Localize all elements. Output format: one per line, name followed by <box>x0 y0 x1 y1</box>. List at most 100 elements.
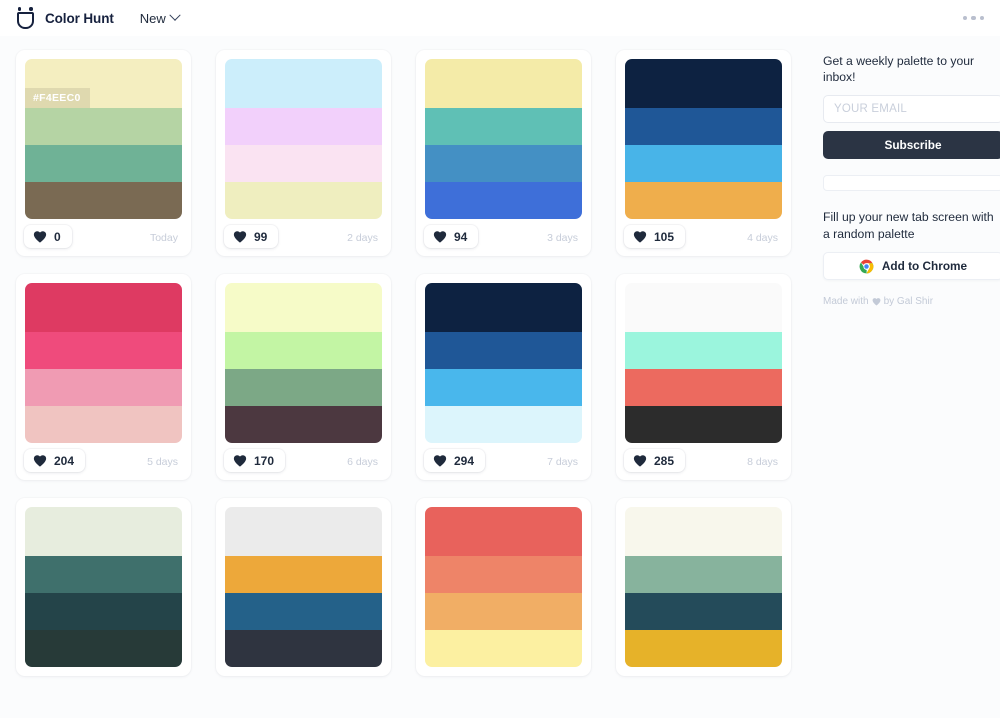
palette-card[interactable]: 170 6 days <box>216 274 391 480</box>
palette-swatch[interactable] <box>625 331 782 369</box>
like-button[interactable]: 99 <box>224 225 279 248</box>
palette-swatch[interactable] <box>25 107 182 145</box>
palette-swatch[interactable] <box>25 331 182 369</box>
brand-logo[interactable]: Color Hunt <box>14 6 114 30</box>
palette-swatch[interactable] <box>625 59 782 108</box>
palette-swatch[interactable] <box>425 181 582 219</box>
palette-swatch[interactable] <box>225 59 382 108</box>
palette-swatch[interactable] <box>225 592 382 630</box>
palette-swatch[interactable] <box>225 405 382 443</box>
swatch-hex-label: #F4EEC0 <box>25 87 90 108</box>
heart-icon <box>433 455 447 467</box>
credit-suffix: by Gal Shir <box>883 296 934 308</box>
credit-prefix: Made with <box>823 296 869 308</box>
palette-swatch[interactable] <box>625 405 782 443</box>
palette-swatches <box>625 507 782 667</box>
palette-swatch[interactable] <box>625 507 782 556</box>
palette-swatch[interactable] <box>25 592 182 630</box>
palette-card[interactable]: #F4EEC0 0 Today <box>16 50 191 256</box>
palette-swatch[interactable] <box>25 629 182 667</box>
like-button[interactable]: 105 <box>624 225 686 248</box>
palette-card[interactable]: 285 8 days <box>616 274 791 480</box>
palette-card[interactable] <box>416 498 591 676</box>
palette-card-footer: 94 3 days <box>424 219 582 256</box>
palette-swatch[interactable] <box>25 144 182 182</box>
palette-swatch[interactable] <box>625 283 782 332</box>
palette-swatches <box>225 507 382 667</box>
subscribe-button[interactable]: Subscribe <box>823 130 1000 159</box>
palette-swatches <box>25 283 182 443</box>
palette-swatch[interactable] <box>25 507 182 556</box>
palette-swatch[interactable] <box>625 629 782 667</box>
like-button[interactable]: 204 <box>24 449 86 472</box>
palette-age: 8 days <box>747 455 778 468</box>
palette-card[interactable]: 105 4 days <box>616 50 791 256</box>
heart-icon <box>633 231 647 243</box>
chrome-icon <box>859 259 874 273</box>
palette-card[interactable]: 294 7 days <box>416 274 591 480</box>
palette-swatch[interactable]: #F4EEC0 <box>25 59 182 108</box>
palette-age: 7 days <box>547 455 578 468</box>
palette-swatch[interactable] <box>425 555 582 593</box>
palette-swatches <box>425 507 582 667</box>
palette-swatch[interactable] <box>425 59 582 108</box>
palette-swatch[interactable] <box>225 555 382 593</box>
palette-card[interactable] <box>16 498 191 676</box>
palette-swatch[interactable] <box>25 555 182 593</box>
palette-card[interactable] <box>216 498 391 676</box>
palette-swatch[interactable] <box>25 368 182 406</box>
palette-swatch[interactable] <box>625 107 782 145</box>
like-button[interactable]: 170 <box>224 449 286 472</box>
palette-swatch[interactable] <box>625 368 782 406</box>
heart-icon <box>33 231 47 243</box>
kebab-menu-icon[interactable] <box>961 10 987 27</box>
palette-swatch[interactable] <box>625 592 782 630</box>
color-hunt-logo-icon <box>14 6 36 30</box>
palette-swatch[interactable] <box>425 368 582 406</box>
like-button[interactable]: 0 <box>24 225 72 248</box>
heart-icon <box>233 455 247 467</box>
brand-name: Color Hunt <box>45 10 114 26</box>
palette-age: 3 days <box>547 231 578 244</box>
palette-swatch[interactable] <box>625 555 782 593</box>
like-button[interactable]: 94 <box>424 225 479 248</box>
palette-swatch[interactable] <box>425 592 582 630</box>
palette-age: 6 days <box>347 455 378 468</box>
palette-swatch[interactable] <box>25 283 182 332</box>
palette-swatch[interactable] <box>225 368 382 406</box>
extension-title: Fill up your new tab screen with a rando… <box>823 209 994 242</box>
palette-swatch[interactable] <box>625 181 782 219</box>
page-body: #F4EEC0 0 Today 99 2 days 94 3 days 105 4 days 20… <box>0 36 1000 676</box>
like-button[interactable]: 285 <box>624 449 686 472</box>
palette-card[interactable] <box>616 498 791 676</box>
palette-swatch[interactable] <box>225 629 382 667</box>
palette-swatch[interactable] <box>225 181 382 219</box>
palette-swatch[interactable] <box>425 144 582 182</box>
palette-swatch[interactable] <box>425 507 582 556</box>
palette-swatch[interactable] <box>625 144 782 182</box>
email-input[interactable] <box>823 94 1000 123</box>
palette-swatch[interactable] <box>425 283 582 332</box>
nav-new-dropdown[interactable]: New <box>140 9 181 26</box>
palette-swatch[interactable] <box>425 405 582 443</box>
palette-swatch[interactable] <box>225 507 382 556</box>
like-button[interactable]: 294 <box>424 449 486 472</box>
palette-card-footer: 204 5 days <box>24 443 182 480</box>
palette-card[interactable]: 94 3 days <box>416 50 591 256</box>
like-count: 105 <box>654 229 675 244</box>
palette-swatch[interactable] <box>425 107 582 145</box>
palette-swatches: #F4EEC0 <box>25 59 182 219</box>
palette-swatch[interactable] <box>225 283 382 332</box>
palette-swatch[interactable] <box>225 331 382 369</box>
heart-icon <box>433 231 447 243</box>
palette-swatch[interactable] <box>425 331 582 369</box>
palette-swatch[interactable] <box>25 181 182 219</box>
palette-swatch[interactable] <box>25 405 182 443</box>
palette-swatch[interactable] <box>225 144 382 182</box>
palette-card-footer-placeholder <box>425 667 582 676</box>
palette-swatch[interactable] <box>225 107 382 145</box>
add-to-chrome-button[interactable]: Add to Chrome <box>823 252 1000 281</box>
palette-card[interactable]: 99 2 days <box>216 50 391 256</box>
palette-card[interactable]: 204 5 days <box>16 274 191 480</box>
palette-swatch[interactable] <box>425 629 582 667</box>
